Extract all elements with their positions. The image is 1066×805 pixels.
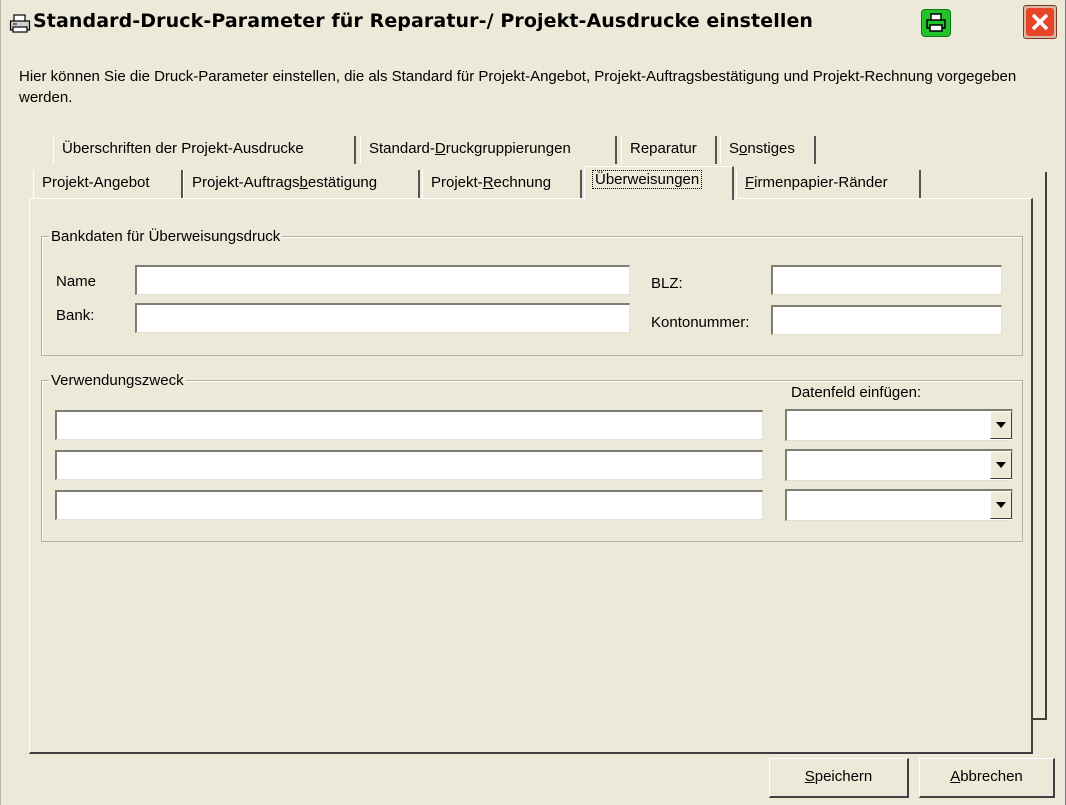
window-title: Standard-Druck-Parameter für Reparatur-/…: [33, 10, 814, 32]
verwendungszweck-line-3[interactable]: [55, 490, 763, 520]
bank-data-group: [41, 236, 1023, 356]
tab-standard-druckgruppierungen[interactable]: Standard-Druckgruppierungen: [360, 136, 617, 164]
tab-projekt-auftragsbestaetigung[interactable]: Projekt-Auftragsbestätigung: [183, 170, 420, 198]
chevron-down-icon: [996, 422, 1006, 428]
printer-icon: [9, 14, 31, 33]
tab-ueberschriften[interactable]: Überschriften der Projekt-Ausdrucke: [53, 136, 356, 164]
close-button[interactable]: [1023, 5, 1057, 39]
kontonummer-field[interactable]: [771, 305, 1002, 335]
title-bar: Standard-Druck-Parameter für Reparatur-/…: [1, 0, 1065, 46]
back-panel-edge: [1045, 172, 1047, 720]
close-icon: [1026, 8, 1054, 36]
tab-sonstiges[interactable]: Sonstiges: [720, 136, 816, 164]
dialog-window: Standard-Druck-Parameter für Reparatur-/…: [0, 0, 1066, 805]
description-text: Hier können Sie die Druck-Parameter eins…: [19, 68, 1017, 106]
name-label: Name: [56, 273, 97, 290]
tab-projekt-angebot[interactable]: Projekt-Angebot: [33, 170, 183, 198]
dropdown-button[interactable]: [990, 491, 1012, 519]
datenfeld-dropdown-2[interactable]: [785, 449, 1013, 481]
dropdown-button[interactable]: [990, 411, 1012, 439]
save-button[interactable]: Speichern: [769, 758, 909, 798]
back-panel-edge: [1033, 718, 1047, 720]
blz-field[interactable]: [771, 265, 1002, 295]
cancel-button[interactable]: Abbrechen: [919, 758, 1055, 798]
bank-data-legend: Bankdaten für Überweisungsdruck: [49, 228, 283, 245]
dropdown-button[interactable]: [990, 451, 1012, 479]
datenfeld-dropdown-1[interactable]: [785, 409, 1013, 441]
datenfeld-dropdown-3[interactable]: [785, 489, 1013, 521]
bank-field[interactable]: [135, 303, 630, 333]
tab-ueberweisungen[interactable]: Überweisungen: [584, 166, 734, 200]
kontonummer-label: Kontonummer:: [651, 314, 750, 331]
print-button[interactable]: [921, 9, 951, 37]
bank-label: Bank:: [56, 307, 95, 324]
datenfeld-label: Datenfeld einfügen:: [791, 384, 922, 401]
tab-reparatur[interactable]: Reparatur: [621, 136, 717, 164]
verwendungszweck-line-2[interactable]: [55, 450, 763, 480]
printer-icon: [926, 13, 946, 32]
chevron-down-icon: [996, 462, 1006, 468]
tab-firmenpapier-raender[interactable]: Firmenpapier-Ränder: [736, 170, 921, 198]
blz-label: BLZ:: [651, 275, 683, 292]
chevron-down-icon: [996, 502, 1006, 508]
verwendungszweck-line-1[interactable]: [55, 410, 763, 440]
tab-projekt-rechnung[interactable]: Projekt-Rechnung: [422, 170, 582, 198]
verwendungszweck-legend: Verwendungszweck: [49, 372, 186, 389]
name-field[interactable]: [135, 265, 630, 295]
